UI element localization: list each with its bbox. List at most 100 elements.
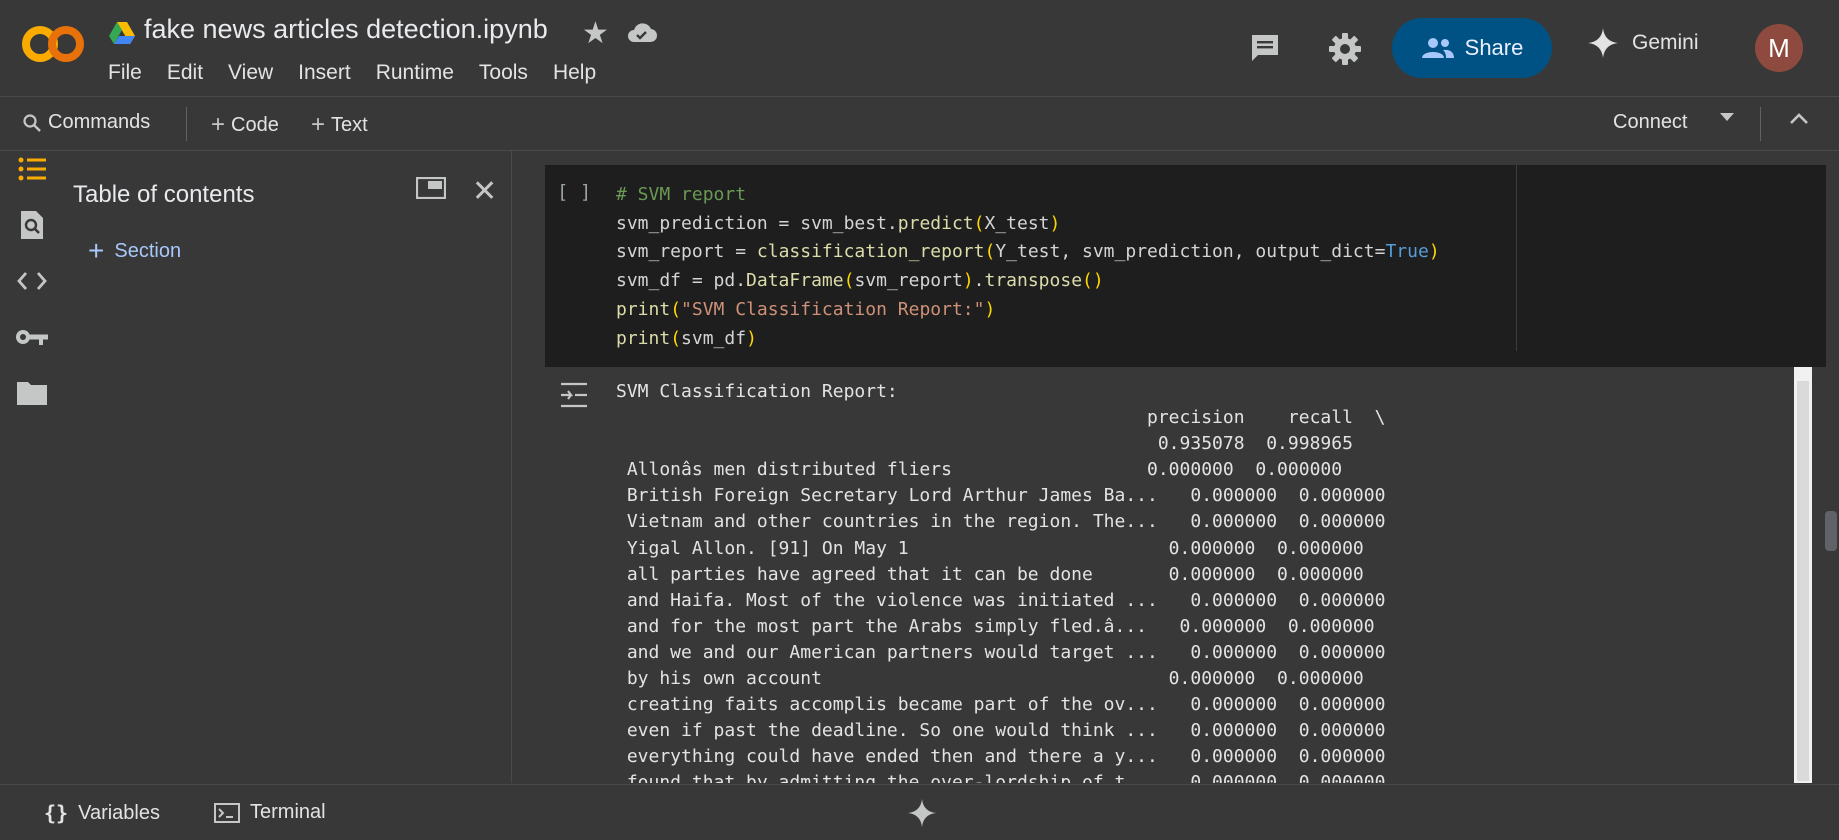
cell-output: SVM Classification Report: precision rec… (545, 367, 1826, 783)
code-editor[interactable]: # SVM report svm_prediction = svm_best.p… (616, 181, 1440, 353)
bottom-bar: {} Variables Terminal (0, 784, 1839, 840)
code-label: Code (231, 113, 279, 136)
add-section-button[interactable]: + Section (88, 235, 181, 267)
code-line: svm_df = pd.DataFrame(svm_report).transp… (616, 270, 1104, 292)
code-line: print("SVM Classification Report:") (616, 298, 996, 320)
close-icon[interactable]: ✕ (472, 174, 497, 209)
colab-logo[interactable] (22, 22, 86, 66)
gemini-sparkle-icon[interactable] (908, 799, 936, 827)
sidebar-icon-strip (0, 151, 62, 783)
output-line: British Foreign Secretary Lord Arthur Ja… (616, 485, 1386, 507)
cloud-saved-icon[interactable] (627, 20, 657, 46)
gemini-button[interactable]: Gemini (1588, 28, 1699, 58)
cell-divider (1516, 165, 1517, 351)
star-icon[interactable]: ★ (582, 16, 609, 51)
connect-button[interactable]: Connect (1613, 111, 1688, 134)
commands-label: Commands (48, 111, 151, 133)
key-icon (16, 330, 48, 345)
find-in-page-icon (21, 211, 43, 239)
open-in-panel-icon[interactable] (416, 177, 446, 199)
folder-icon (17, 382, 47, 405)
share-button[interactable]: Share (1392, 18, 1552, 78)
commands-button[interactable]: Commands (22, 111, 150, 134)
menu-bar: File Edit View Insert Runtime Tools Help (108, 61, 621, 85)
terminal-button[interactable]: Terminal (214, 801, 326, 824)
output-actions-icon[interactable] (559, 381, 589, 409)
output-line: by his own account 0.000000 0.000000 (616, 668, 1364, 690)
output-line: everything could have ended then and the… (616, 746, 1386, 768)
code-line: svm_report = classification_report(Y_tes… (616, 241, 1440, 263)
people-icon (1421, 38, 1454, 58)
notebook-title[interactable]: fake news articles detection.ipynb (144, 14, 548, 45)
secrets-button[interactable] (14, 319, 50, 355)
run-cell-button[interactable]: [ ] (557, 181, 591, 203)
output-line: SVM Classification Report: (616, 381, 898, 402)
toolbar-divider (186, 107, 187, 141)
text-label: Text (331, 113, 368, 136)
gear-icon[interactable] (1327, 31, 1363, 67)
output-line: precision recall \ (616, 407, 1386, 429)
menu-view[interactable]: View (228, 61, 273, 85)
braces-icon: {} (44, 801, 69, 825)
add-code-button[interactable]: + Code (211, 111, 279, 139)
code-line: print(svm_df) (616, 327, 757, 349)
connect-dropdown-button[interactable] (1718, 111, 1736, 123)
variables-button[interactable]: {} Variables (44, 801, 160, 825)
menu-insert[interactable]: Insert (298, 61, 351, 85)
caret-down-icon (1720, 113, 1734, 121)
find-replace-button[interactable] (14, 207, 50, 243)
chevron-up-icon (1790, 113, 1808, 124)
output-line: and we and our American partners would t… (616, 641, 1386, 663)
plus-icon: + (311, 111, 326, 138)
menu-file[interactable]: File (108, 61, 142, 85)
output-line: 0.935078 0.998965 (616, 433, 1353, 455)
menu-runtime[interactable]: Runtime (376, 61, 454, 85)
gemini-label: Gemini (1632, 31, 1699, 54)
variables-label: Variables (78, 801, 160, 824)
toc-button[interactable] (14, 151, 50, 187)
list-icon (18, 157, 46, 181)
output-line: even if past the deadline. So one would … (616, 720, 1386, 742)
plus-icon: + (88, 235, 105, 266)
connect-label: Connect (1613, 111, 1688, 133)
output-line: Allonâs men distributed fliers 0.000000 … (616, 459, 1343, 481)
gemini-sparkle-icon (1588, 28, 1618, 58)
code-line: # SVM report (616, 184, 747, 205)
collapse-toolbar-button[interactable] (1788, 111, 1810, 125)
output-scrollbar[interactable] (1794, 367, 1812, 783)
comment-icon[interactable] (1249, 32, 1281, 64)
terminal-icon (214, 802, 240, 823)
output-line: creating faits accomplis became part of … (616, 694, 1386, 716)
output-text: SVM Classification Report: precision rec… (616, 379, 1385, 783)
add-text-button[interactable]: + Text (311, 111, 368, 139)
toc-title: Table of contents (73, 181, 255, 208)
drive-icon[interactable] (109, 22, 135, 44)
code-snippets-button[interactable] (14, 263, 50, 299)
top-bar: fake news articles detection.ipynb ★ Fil… (0, 0, 1839, 97)
toc-panel: Table of contents ✕ + Section (62, 151, 512, 783)
section-label: Section (114, 239, 182, 262)
notebook-area: [ ] # SVM report svm_prediction = svm_be… (512, 151, 1839, 783)
search-icon (23, 113, 41, 132)
files-button[interactable] (14, 375, 50, 411)
terminal-label: Terminal (250, 801, 326, 823)
notebook-toolbar: Commands + Code + Text Connect (0, 97, 1839, 151)
account-avatar[interactable]: M (1755, 24, 1803, 72)
menu-help[interactable]: Help (553, 61, 596, 85)
toolbar-divider (1760, 107, 1761, 141)
code-cell[interactable]: [ ] # SVM report svm_prediction = svm_be… (545, 165, 1826, 367)
output-line: Vietnam and other countries in the regio… (616, 511, 1386, 533)
page-scrollbar-thumb[interactable] (1825, 511, 1837, 551)
output-line: found that by admitting the over-lordshi… (616, 772, 1386, 783)
output-line: Yigal Allon. [91] On May 1 0.000000 0.00… (616, 537, 1364, 559)
code-line: svm_prediction = svm_best.predict(X_test… (616, 212, 1061, 234)
output-line: and Haifa. Most of the violence was init… (616, 589, 1386, 611)
menu-edit[interactable]: Edit (167, 61, 203, 85)
output-line: all parties have agreed that it can be d… (616, 563, 1364, 585)
output-line: and for the most part the Arabs simply f… (616, 615, 1375, 637)
menu-tools[interactable]: Tools (479, 61, 528, 85)
plus-icon: + (211, 111, 226, 138)
share-label: Share (1464, 35, 1524, 60)
output-scrollbar-thumb[interactable] (1797, 381, 1809, 781)
code-brackets-icon (17, 272, 47, 290)
